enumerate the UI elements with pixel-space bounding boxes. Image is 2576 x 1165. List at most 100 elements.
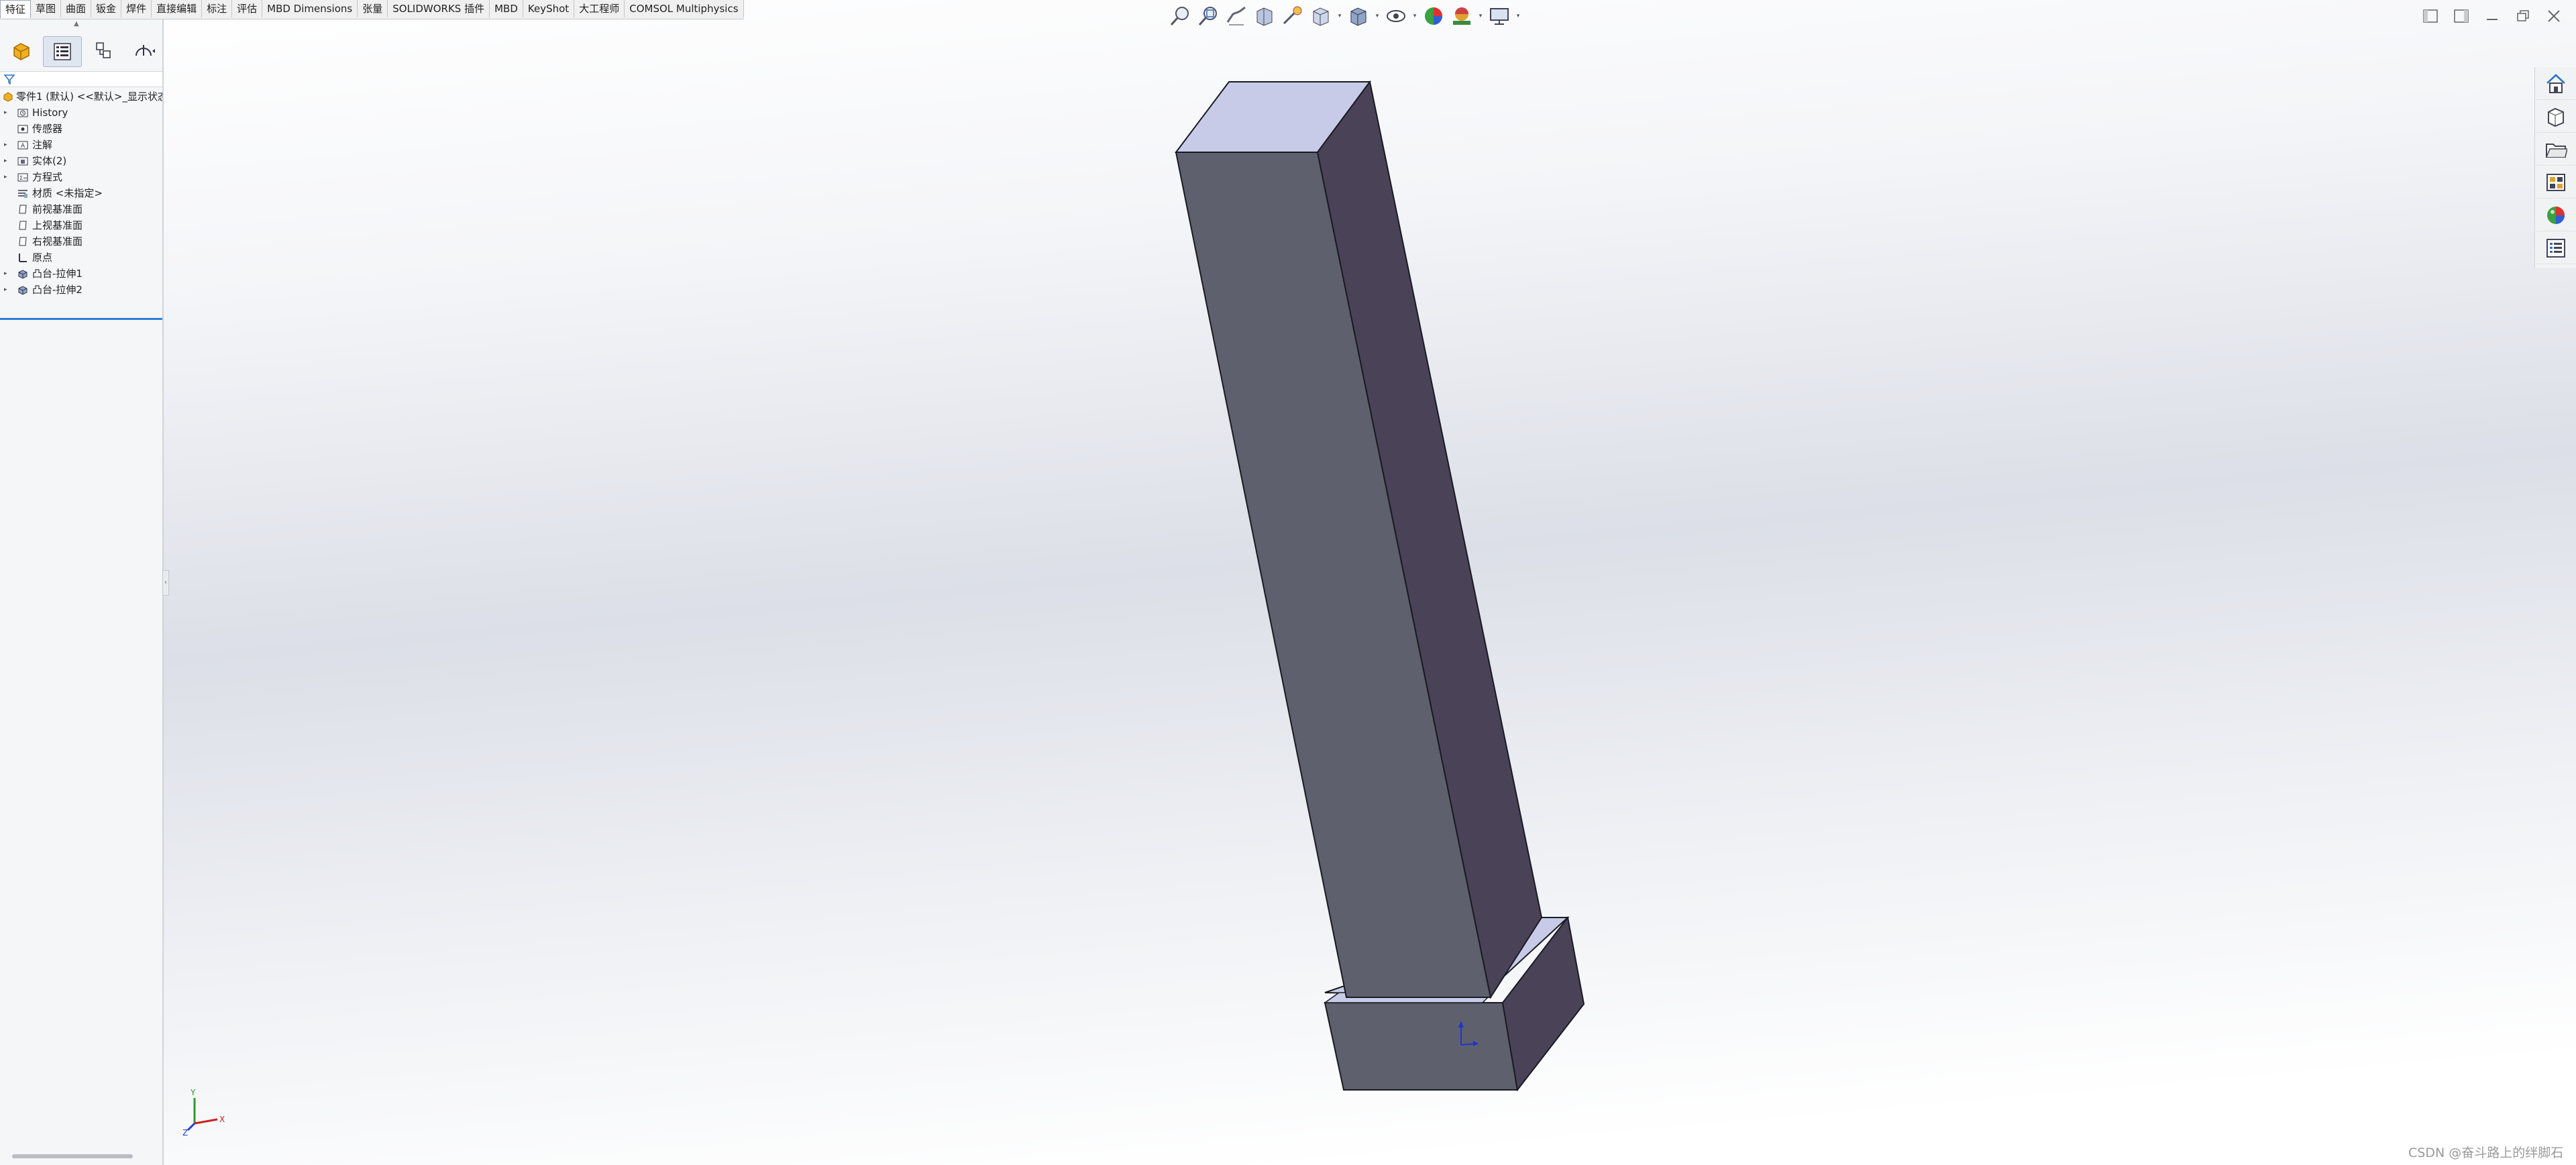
chevron-down-icon[interactable]: ▾ [1513,13,1523,19]
expand-arrow-icon[interactable]: ▸ [4,266,7,282]
filter-icon[interactable] [4,74,15,85]
model-view[interactable] [0,0,2576,1165]
reference-triad: Y X Z [182,1088,225,1137]
tab-direct-editing[interactable]: 直接编辑 [152,0,203,17]
chevron-down-icon[interactable]: ▾ [1410,13,1419,19]
minimize-icon[interactable] [2477,3,2508,30]
zoom-to-area-icon[interactable] [1194,3,1222,30]
plane-icon [19,205,27,214]
feature-tree: 零件1 (默认) <<默认>_显示状态 ▸ History 传感器 ▸ A 注解… [0,89,162,298]
tab-markup[interactable]: 标注 [202,0,233,17]
tree-item-boss-extrude1[interactable]: ▸ 凸台-拉伸1 [0,266,162,282]
close-icon[interactable] [2538,3,2569,30]
custom-properties-icon[interactable] [2536,233,2575,264]
tree-item-label: 右视基准面 [32,235,83,247]
tree-item-label: 材质 <未指定> [32,187,103,199]
tree-item-equations[interactable]: ▸ Σ= 方程式 [0,169,162,185]
tree-item-solid-bodies[interactable]: ▸ 实体(2) [0,153,162,169]
tile-right-icon[interactable] [2446,3,2477,30]
tab-mbd[interactable]: MBD [490,0,523,17]
origin-icon [19,254,27,262]
tab-comsol[interactable]: COMSOL Multiphysics [625,0,744,17]
section-view-icon[interactable] [1250,3,1279,30]
watermark: CSDN @奋斗路上的绊脚石 [2408,1146,2564,1160]
tree-item-label: 前视基准面 [32,203,83,215]
tree-item-label: 凸台-拉伸1 [32,268,83,280]
previous-view-icon[interactable] [1222,3,1250,30]
panel-splitter-handle[interactable]: ‹ [162,570,169,596]
chevron-down-icon[interactable]: ▾ [1335,13,1344,19]
tab-engineer[interactable]: 大工程师 [574,0,625,17]
tab-sheet-metal[interactable]: 钣金 [91,0,122,17]
collapse-panel-icon[interactable]: ▲ [74,20,79,27]
tree-item-label: 凸台-拉伸2 [32,284,83,296]
view-orientation-icon[interactable] [1307,3,1335,30]
solid-bodies-folder-icon [17,157,28,166]
zoom-to-fit-icon[interactable] [1166,3,1194,30]
tree-item-label: 实体(2) [32,155,67,167]
feature-manager-icon[interactable] [3,36,40,66]
apply-scene-icon[interactable] [1448,3,1476,30]
tree-filter-row[interactable] [0,71,162,87]
svg-text:A: A [21,143,25,150]
expand-arrow-icon[interactable]: ▸ [4,105,7,121]
configuration-manager-icon[interactable] [85,36,122,66]
hide-show-items-icon[interactable] [1382,3,1410,30]
tab-surfaces[interactable]: 曲面 [61,0,92,17]
tree-item-label: 注解 [32,139,53,151]
solidworks-window: 特征 草图 曲面 钣金 焊件 直接编辑 标注 评估 MBD Dimensions… [0,0,2576,1165]
tab-tensor[interactable]: 张量 [358,0,388,17]
appearances-icon[interactable] [2536,200,2575,231]
expand-arrow-icon[interactable]: ▸ [4,153,7,169]
property-manager-icon[interactable] [43,36,82,67]
tree-item-material[interactable]: 材质 <未指定> [0,185,162,201]
tab-keyshot[interactable]: KeyShot [523,0,575,17]
tree-item-label: 原点 [32,252,53,264]
horizontal-scrollbar[interactable] [12,1154,133,1158]
view-settings-icon[interactable] [1485,3,1513,30]
solidworks-resources-icon[interactable] [2536,68,2575,100]
chevron-down-icon[interactable]: ▾ [1476,13,1485,19]
tree-item-label: 方程式 [32,171,63,183]
window-controls [2415,3,2569,30]
tile-left-icon[interactable] [2415,3,2446,30]
extrude-feature-icon [18,270,28,279]
rollback-bar[interactable] [0,318,162,320]
tree-item-origin[interactable]: 原点 [0,249,162,266]
chevron-down-icon[interactable]: ▾ [1373,13,1382,19]
tab-features[interactable]: 特征 [0,0,32,18]
tree-item-history[interactable]: ▸ History [0,105,162,121]
view-palette-icon[interactable] [2536,167,2575,199]
equations-folder-icon: Σ= [17,173,28,182]
tab-solidworks-addins[interactable]: SOLIDWORKS 插件 [388,0,490,17]
tab-sketch[interactable]: 草图 [31,0,62,17]
tree-item-label: History [32,107,68,119]
tree-item-right-plane[interactable]: 右视基准面 [0,233,162,249]
design-library-icon[interactable] [2536,101,2575,133]
base-front-face[interactable] [1324,1002,1519,1091]
restore-icon[interactable] [2508,3,2538,30]
tree-item-front-plane[interactable]: 前视基准面 [0,201,162,217]
file-explorer-icon[interactable] [2536,134,2575,166]
annotation-folder-icon: A [17,141,28,150]
tree-item-sensors[interactable]: 传感器 [0,121,162,137]
tab-mbd-dimensions[interactable]: MBD Dimensions [262,0,358,17]
tab-weldments[interactable]: 焊件 [121,0,152,17]
edit-appearance-icon[interactable] [1419,3,1448,30]
tab-evaluate[interactable]: 评估 [232,0,263,17]
tree-item-boss-extrude2[interactable]: ▸ 凸台-拉伸2 [0,282,162,298]
plane-icon [19,221,27,230]
dynamic-annotation-icon[interactable] [1279,3,1307,30]
tree-root-part[interactable]: 零件1 (默认) <<默认>_显示状态 [0,89,162,105]
sensor-folder-icon [17,125,28,133]
triad-y-label: Y [190,1088,196,1097]
expand-arrow-icon[interactable]: ▸ [4,282,7,298]
plane-icon [19,237,27,246]
tree-item-label: 上视基准面 [32,219,83,231]
tree-item-top-plane[interactable]: 上视基准面 [0,217,162,233]
tree-item-annotations[interactable]: ▸ A 注解 [0,137,162,153]
expand-arrow-icon[interactable]: ▸ [4,137,7,153]
dimxpert-manager-icon[interactable] [125,36,162,66]
expand-arrow-icon[interactable]: ▸ [4,169,7,185]
display-style-icon[interactable] [1344,3,1373,30]
